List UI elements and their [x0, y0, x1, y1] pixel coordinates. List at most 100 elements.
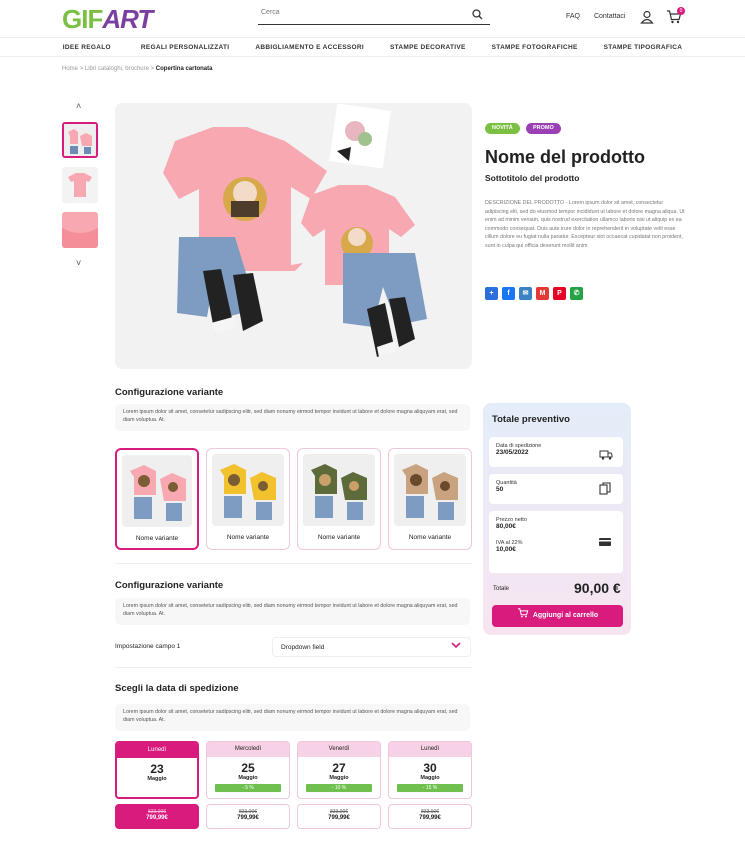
date-price[interactable]: 833,00€ 799,99€: [388, 804, 472, 829]
variant-config-text-2: Lorem ipsum dolor sit amet, consetetur s…: [115, 598, 470, 625]
header-links: FAQ Contattaci: [566, 13, 638, 20]
chevron-down-icon[interactable]: [450, 640, 462, 653]
logo-gif-text: GIF: [62, 4, 103, 34]
add-to-cart-label: Aggiungi al carrello: [532, 612, 599, 619]
nav-item-regali-personalizzati[interactable]: REGALI PERSONALIZZATI: [141, 38, 230, 56]
variant-image: [212, 454, 284, 526]
variant-image: [303, 454, 375, 526]
discount-badge: - 5 %: [215, 784, 281, 792]
variant-config-text: Lorem ipsum dolor sit amet, consetetur s…: [115, 404, 470, 431]
truck-icon: [599, 447, 613, 465]
breadcrumb-current: Copertina cartonata: [155, 66, 213, 72]
date-price[interactable]: 833,00€ 799,99€: [297, 804, 381, 829]
date-option[interactable]: Mercoledì 25 Maggio - 5 %: [206, 741, 290, 799]
breadcrumb-separator: >: [79, 66, 84, 72]
date-month: Maggio: [420, 775, 440, 781]
breadcrumb-section[interactable]: Libri cataloghi, brochure: [85, 66, 149, 72]
search-input[interactable]: Cerca: [258, 9, 490, 25]
variant-image: [122, 455, 192, 527]
cart-icon: [517, 608, 529, 618]
gallery-down-arrow-icon[interactable]: ˅: [76, 258, 81, 268]
dropdown-field[interactable]: Dropdown field: [272, 637, 471, 657]
date-option[interactable]: Lunedì 30 Maggio - 15 %: [388, 741, 472, 799]
gmail-icon[interactable]: M: [536, 287, 549, 300]
variant-card[interactable]: Nome variante: [388, 448, 472, 550]
date-month: Maggio: [147, 776, 167, 782]
new-price: 799,99€: [328, 815, 350, 821]
product-title: Nome del prodotto: [485, 147, 645, 167]
variant-card[interactable]: Nome variante: [206, 448, 290, 550]
contact-link[interactable]: Contattaci: [594, 13, 626, 20]
faq-link[interactable]: FAQ: [566, 13, 580, 20]
user-icon[interactable]: [640, 10, 654, 24]
tag-new-badge: NOVITÀ: [485, 123, 520, 134]
ship-date-value: 23/05/2022: [496, 449, 529, 456]
main-nav: IDEE REGALO REGALI PERSONALIZZATI ABBIGL…: [0, 37, 745, 57]
summary-title: Totale preventivo: [492, 414, 570, 425]
nav-item-stampe-tipografica[interactable]: STAMPE TIPOGRAFICA: [604, 38, 683, 56]
date-month: Maggio: [238, 775, 258, 781]
new-price: 799,99€: [419, 815, 441, 821]
breadcrumb-home[interactable]: Home: [62, 66, 78, 72]
product-subtitle: Sottotitolo del prodotto: [485, 173, 580, 183]
whatsapp-icon[interactable]: ✆: [570, 287, 583, 300]
variant-config-title-2: Configurazione variante: [115, 580, 224, 591]
date-number: 25: [241, 761, 255, 775]
gallery-thumbnail[interactable]: [62, 212, 98, 248]
gallery-up-arrow-icon[interactable]: ˄: [76, 101, 81, 111]
share-plus-icon[interactable]: +: [485, 287, 498, 300]
nav-item-idee-regalo[interactable]: IDEE REGALO: [63, 38, 111, 56]
nav-item-abbigliamento[interactable]: ABBIGLIAMENTO E ACCESSORI: [255, 38, 364, 56]
shipping-date-box: Data di spedizione 23/05/2022: [489, 437, 623, 467]
date-price[interactable]: 833,00€ 799,99€: [115, 804, 199, 829]
gifart-logo[interactable]: GIFART: [62, 4, 153, 35]
shipping-text: Lorem ipsum dolor sit amet, consetetur s…: [115, 704, 470, 731]
facebook-icon[interactable]: f: [502, 287, 515, 300]
breadcrumb-separator: >: [150, 66, 155, 72]
quantity-value: 50: [496, 486, 504, 493]
new-price: 799,99€: [146, 815, 168, 821]
add-to-cart-button[interactable]: Aggiungi al carrello: [492, 605, 623, 627]
email-icon[interactable]: ✉: [519, 287, 532, 300]
date-day: Lunedì: [117, 743, 197, 758]
quantity-box[interactable]: Quantità 50: [489, 474, 623, 504]
divider: [115, 667, 472, 668]
date-option[interactable]: Venerdì 27 Maggio - 10 %: [297, 741, 381, 799]
discount-badge: - 10 %: [306, 784, 372, 792]
date-option[interactable]: Lunedì 23 Maggio: [115, 741, 199, 799]
pinterest-icon[interactable]: P: [553, 287, 566, 300]
variant-label: Nome variante: [135, 535, 179, 542]
date-number: 30: [423, 761, 437, 775]
date-day: Venerdì: [298, 742, 380, 757]
date-number: 23: [150, 762, 164, 776]
total-value: 90,00 €: [574, 580, 621, 596]
date-day: Lunedì: [389, 742, 471, 757]
date-day: Mercoledì: [207, 742, 289, 757]
gallery-thumbnail[interactable]: [62, 122, 98, 158]
product-main-image[interactable]: [115, 103, 472, 369]
logo-art-text: ART: [102, 4, 153, 34]
new-price: 799,99€: [237, 815, 259, 821]
search-icon[interactable]: [472, 9, 483, 23]
variant-card[interactable]: Nome variante: [297, 448, 381, 550]
wallet-icon: [598, 534, 612, 552]
date-price[interactable]: 833,00€ 799,99€: [206, 804, 290, 829]
share-bar: + f ✉ M P ✆: [485, 287, 583, 300]
variant-label: Nome variante: [317, 534, 361, 541]
gallery-thumbnail[interactable]: [62, 167, 98, 203]
field-label: Impostazione campo 1: [115, 643, 181, 650]
total-label: Totale: [493, 586, 510, 592]
nav-item-stampe-decorative[interactable]: STAMPE DECORATIVE: [390, 38, 466, 56]
variant-config-title: Configurazione variante: [115, 387, 224, 398]
date-month: Maggio: [329, 775, 349, 781]
variant-label: Nome variante: [226, 534, 270, 541]
net-price-value: 80,00€: [496, 523, 516, 530]
cart-badge: 0: [677, 7, 685, 15]
variant-image: [394, 454, 466, 526]
date-number: 27: [332, 761, 346, 775]
nav-item-stampe-fotografiche[interactable]: STAMPE FOTOGRAFICHE: [492, 38, 578, 56]
variant-card[interactable]: Nome variante: [115, 448, 199, 550]
product-description: DESCRIZIONE DEL PRODOTTO - Lorem ipsum d…: [485, 200, 685, 249]
breadcrumb: Home > Libri cataloghi, brochure > Coper…: [62, 66, 212, 72]
variant-label: Nome variante: [408, 534, 452, 541]
